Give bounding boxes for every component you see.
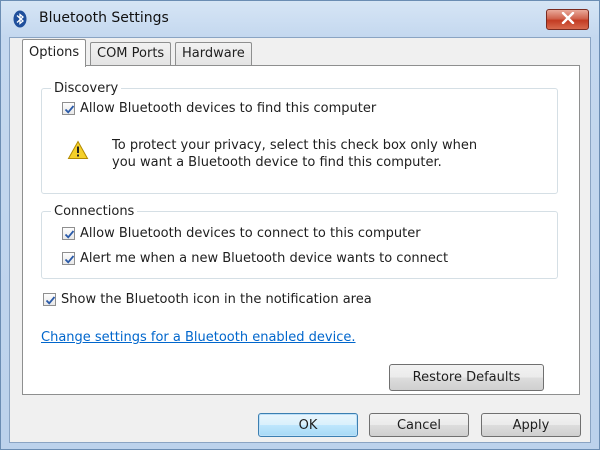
tab-label: Options	[29, 45, 80, 60]
allow-connect-row[interactable]: Allow Bluetooth devices to connect to th…	[62, 226, 421, 241]
restore-defaults-button[interactable]: Restore Defaults	[389, 364, 544, 391]
connections-group	[41, 211, 558, 279]
cancel-button[interactable]: Cancel	[369, 413, 469, 437]
close-button[interactable]	[546, 9, 589, 30]
cancel-label: Cancel	[396, 417, 442, 433]
connections-group-label: Connections	[51, 204, 138, 219]
allow-find-row[interactable]: Allow Bluetooth devices to find this com…	[62, 101, 376, 116]
change-settings-link[interactable]: Change settings for a Bluetooth enabled …	[41, 330, 356, 345]
tab-label: Hardware	[182, 46, 245, 61]
alert-new-label: Alert me when a new Bluetooth device wan…	[80, 251, 449, 266]
allow-connect-label: Allow Bluetooth devices to connect to th…	[80, 226, 421, 241]
options-panel: Discovery Allow Bluetooth devices to fin…	[22, 65, 580, 395]
show-icon-label: Show the Bluetooth icon in the notificat…	[61, 292, 372, 307]
restore-defaults-label: Restore Defaults	[412, 370, 521, 385]
apply-button[interactable]: Apply	[481, 413, 581, 437]
warning-icon	[67, 140, 89, 164]
discovery-group-label: Discovery	[51, 81, 122, 96]
alert-new-checkbox[interactable]	[62, 252, 75, 265]
checkmark-icon	[45, 296, 56, 305]
ok-label: OK	[298, 417, 318, 433]
checkmark-icon	[64, 105, 75, 114]
dialog-body: Options COM Ports Hardware Discovery All…	[9, 37, 591, 443]
allow-find-checkbox[interactable]	[62, 102, 75, 115]
tab-com-ports[interactable]: COM Ports	[90, 42, 172, 66]
allow-find-label: Allow Bluetooth devices to find this com…	[80, 101, 377, 116]
title-bar[interactable]: Bluetooth Settings	[1, 1, 599, 37]
tab-hardware[interactable]: Hardware	[175, 42, 252, 66]
checkmark-icon	[64, 255, 75, 264]
tab-label: COM Ports	[97, 46, 165, 61]
allow-connect-checkbox[interactable]	[62, 227, 75, 240]
apply-label: Apply	[512, 417, 550, 433]
bluetooth-settings-window: Bluetooth Settings Options COM Ports Har…	[0, 0, 600, 450]
show-icon-checkbox[interactable]	[43, 293, 56, 306]
bluetooth-icon	[11, 10, 29, 28]
checkmark-icon	[64, 230, 75, 239]
privacy-warning-line2: you want a Bluetooth device to find this…	[112, 155, 442, 170]
tab-options[interactable]: Options	[22, 39, 87, 67]
privacy-warning-line1: To protect your privacy, select this che…	[112, 138, 478, 153]
window-title: Bluetooth Settings	[39, 10, 169, 26]
ok-button[interactable]: OK	[258, 413, 358, 437]
show-icon-row[interactable]: Show the Bluetooth icon in the notificat…	[43, 292, 372, 307]
close-icon	[561, 11, 575, 28]
alert-new-row[interactable]: Alert me when a new Bluetooth device wan…	[62, 251, 448, 266]
